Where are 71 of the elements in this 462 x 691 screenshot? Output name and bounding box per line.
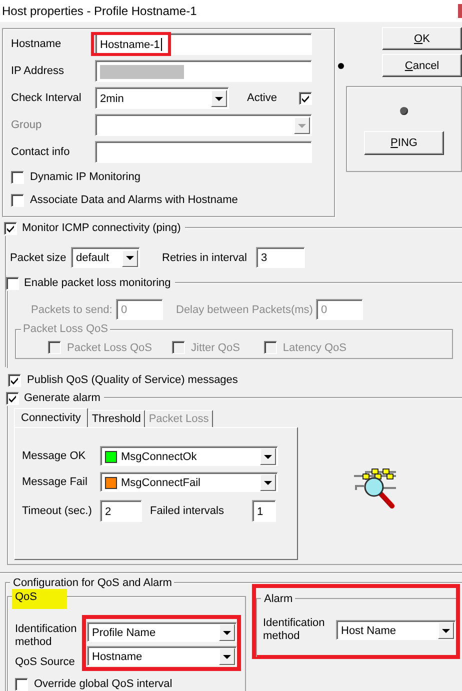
field-label: Retries in interval	[162, 252, 248, 264]
checkbox-label: Jitter QoS	[191, 342, 240, 354]
checkmark-icon	[6, 224, 15, 232]
checkbox[interactable]	[8, 374, 21, 386]
field-label: Timeout (sec.)	[22, 505, 93, 517]
checkbox[interactable]	[172, 341, 185, 354]
field-label: Message Fail	[22, 476, 88, 488]
dropdown[interactable]: default	[71, 247, 140, 268]
dropdown-button[interactable]	[260, 474, 276, 491]
checkbox-label: Generate alarm	[24, 392, 100, 404]
dropdown[interactable]: Hostname	[87, 646, 237, 666]
field-label: Group	[11, 119, 43, 131]
field-label: IP Address	[11, 65, 65, 77]
dialog-button[interactable]: Cancel	[382, 54, 462, 77]
checkbox-label: Latency QoS	[282, 342, 346, 354]
tab[interactable]: Threshold	[88, 410, 145, 427]
field-label: Failed intervals	[150, 505, 225, 517]
dialog-button[interactable]: OK	[382, 27, 462, 50]
checkbox[interactable]	[11, 194, 24, 206]
field-label: Delay between Packets(ms)	[176, 304, 314, 316]
text-field[interactable]: 2	[100, 500, 142, 522]
checkmark-icon	[301, 94, 310, 102]
text-field[interactable]	[95, 60, 312, 82]
checkbox-label: Publish QoS (Quality of Service) messages	[27, 374, 238, 386]
field-label: Identification method	[263, 617, 326, 643]
dropdown[interactable]: MsgConnectFail	[100, 472, 278, 492]
status-light-icon	[400, 107, 408, 115]
ping-button[interactable]: PING	[364, 131, 444, 155]
dropdown[interactable]: MsgConnectOk	[100, 446, 278, 466]
dropdown-button[interactable]	[122, 250, 138, 266]
group-title: Configuration for QoS and Alarm	[10, 575, 174, 591]
dropdown-button[interactable]	[438, 622, 454, 639]
dropdown-button[interactable]	[260, 448, 276, 465]
field-label: Hostname	[11, 38, 62, 50]
dropdown[interactable]: 2min	[95, 87, 229, 109]
window-title: Host properties - Profile Hostname-1	[2, 4, 197, 18]
field-label: QoS Source	[15, 656, 76, 669]
text-field[interactable]: 1	[252, 500, 276, 522]
checkbox[interactable]	[6, 392, 19, 404]
text-field[interactable]	[95, 141, 312, 163]
field-label: Packets to send:	[31, 304, 114, 316]
checkbox[interactable]	[11, 170, 24, 184]
dot-icon	[338, 63, 344, 69]
field-label: Identification method	[15, 623, 78, 649]
field-label: Contact info	[11, 146, 71, 158]
field-label: Message OK	[22, 450, 87, 462]
field-label: Check Interval	[11, 92, 82, 104]
field-label: Packet size	[10, 252, 68, 264]
checkbox[interactable]	[6, 276, 19, 290]
dropdown[interactable]: Profile Name	[87, 622, 237, 642]
group-title: QoS	[12, 589, 68, 609]
checkbox-label: Packet Loss QoS	[67, 342, 152, 354]
dropdown[interactable]: Host Name	[336, 620, 456, 640]
tab[interactable]: Connectivity	[14, 408, 88, 427]
checkbox[interactable]	[264, 341, 277, 354]
checkbox-label: Active	[247, 92, 278, 104]
text-field[interactable]: 3	[256, 247, 305, 268]
dropdown-button[interactable]	[211, 90, 227, 107]
checkbox-label: Enable packet loss monitoring	[24, 277, 171, 289]
dropdown-button[interactable]	[219, 624, 235, 641]
checkbox-label: Dynamic IP Monitoring	[30, 171, 140, 183]
checkbox-label: Override global QoS interval	[34, 678, 172, 690]
checkbox[interactable]	[15, 678, 28, 690]
checkbox[interactable]	[299, 92, 312, 104]
dropdown-button[interactable]	[219, 648, 235, 665]
group-title: Packet Loss QoS	[21, 322, 110, 336]
dropdown[interactable]	[95, 114, 312, 136]
checkbox[interactable]	[48, 341, 61, 354]
checkbox[interactable]	[4, 222, 17, 234]
checkbox-label: Monitor ICMP connectivity (ping)	[22, 222, 181, 234]
checkbox-label: Associate Data and Alarms with Hostname	[30, 194, 238, 206]
